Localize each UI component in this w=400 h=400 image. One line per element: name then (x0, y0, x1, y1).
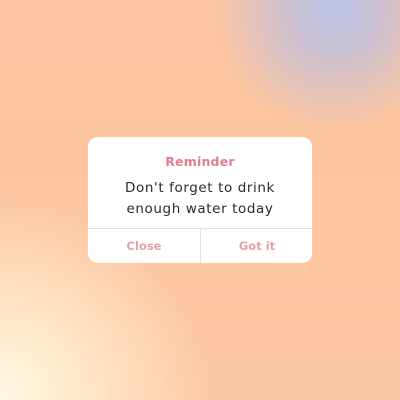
reminder-dialog: Reminder Don't forget to drink enough wa… (88, 137, 312, 263)
dialog-message-line-2: enough water today (126, 201, 274, 217)
dialog-title: Reminder (165, 154, 235, 169)
dialog-message: Don't forget to drink enough water today (100, 178, 300, 220)
got-it-button[interactable]: Got it (201, 229, 312, 263)
dialog-message-line-1: Don't forget to drink (125, 180, 275, 196)
close-button[interactable]: Close (88, 229, 200, 263)
